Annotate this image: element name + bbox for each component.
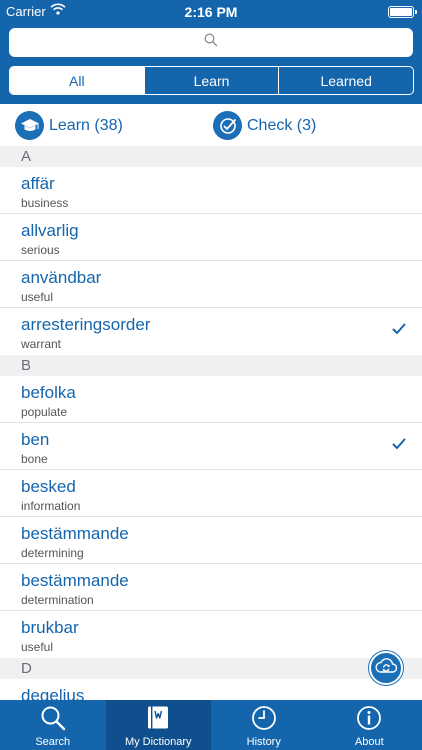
- list-item[interactable]: ben bone: [0, 423, 422, 470]
- list-item[interactable]: befolka populate: [0, 376, 422, 423]
- word-label: användbar: [21, 268, 102, 287]
- translation-label: serious: [21, 243, 60, 257]
- segment-all[interactable]: All: [10, 67, 144, 94]
- word-label: brukbar: [21, 618, 79, 637]
- tab-history[interactable]: History: [211, 700, 317, 750]
- segment-all-label: All: [69, 72, 85, 89]
- clock-time: 2:16 PM: [184, 4, 238, 20]
- filter-segmented-control: All Learn Learned: [9, 66, 414, 95]
- tab-search-label: Search: [35, 736, 71, 748]
- list-item[interactable]: besked information: [0, 470, 422, 517]
- section-header-a: A: [0, 146, 422, 167]
- translation-label: information: [21, 499, 81, 513]
- word-label: arresteringsorder: [21, 315, 151, 334]
- word-label: affär: [21, 174, 55, 193]
- word-label: allvarlig: [21, 221, 79, 240]
- learn-button[interactable]: Learn (38): [15, 111, 123, 140]
- info-icon: [356, 705, 382, 734]
- translation-label: populate: [21, 405, 68, 419]
- search-icon: [204, 33, 218, 52]
- segment-learned-label: Learned: [320, 72, 372, 89]
- translation-label: bone: [21, 452, 48, 466]
- section-header-d: D: [0, 658, 422, 679]
- list-item[interactable]: brukbar useful: [0, 611, 422, 658]
- list-item[interactable]: allvarlig serious: [0, 214, 422, 261]
- header: Carrier 2:16 PM All Learn Learned: [0, 0, 422, 104]
- translation-label: warrant: [21, 337, 62, 351]
- tab-search[interactable]: Search: [0, 700, 106, 750]
- section-header-b: B: [0, 355, 422, 376]
- segment-learn[interactable]: Learn: [143, 67, 279, 94]
- word-label: befolka: [21, 383, 76, 402]
- word-list: A affär business allvarlig serious använ…: [0, 146, 422, 700]
- check-circle-icon: [213, 111, 242, 140]
- word-label: bestämmande: [21, 524, 129, 543]
- list-item[interactable]: arresteringsorder warrant: [0, 308, 422, 355]
- cloud-sync-icon: [374, 657, 398, 680]
- list-item[interactable]: bestämmande determination: [0, 564, 422, 611]
- check-button-label: Check (3): [247, 116, 317, 134]
- graduation-cap-icon: [15, 111, 44, 140]
- tab-history-label: History: [246, 736, 281, 748]
- word-label: besked: [21, 477, 76, 496]
- list-item[interactable]: affär business: [0, 167, 422, 214]
- check-button[interactable]: Check (3): [213, 111, 316, 140]
- search-field[interactable]: [9, 28, 413, 57]
- tab-my-dictionary[interactable]: My Dictionary: [105, 700, 211, 750]
- word-label: degeljus: [21, 686, 85, 700]
- translation-label: useful: [21, 290, 54, 304]
- translation-label: business: [21, 196, 69, 210]
- list-item[interactable]: bestämmande determining: [0, 517, 422, 564]
- clock-icon: [251, 705, 277, 734]
- checkmark-icon: [392, 322, 406, 340]
- battery-icon: [388, 6, 417, 18]
- segment-learned[interactable]: Learned: [278, 67, 413, 94]
- magnifier-icon: [40, 705, 66, 734]
- list-item[interactable]: användbar useful: [0, 261, 422, 308]
- tab-about[interactable]: About: [317, 700, 422, 750]
- translation-label: determination: [21, 593, 94, 607]
- translation-label: determining: [21, 546, 84, 560]
- list-item[interactable]: degeljus: [0, 679, 422, 700]
- word-label: ben: [21, 430, 50, 449]
- dictionary-book-icon: [145, 705, 171, 734]
- tab-about-label: About: [354, 736, 384, 748]
- learn-button-label: Learn (38): [49, 116, 123, 134]
- tab-my-dictionary-label: My Dictionary: [124, 736, 192, 748]
- cloud-sync-button[interactable]: [369, 651, 403, 685]
- tab-bar: Search My Dictionary History About: [0, 700, 422, 750]
- segment-learn-label: Learn: [193, 72, 230, 89]
- status-bar: Carrier 2:16 PM: [0, 0, 422, 24]
- action-row: Learn (38) Check (3): [0, 104, 422, 146]
- translation-label: useful: [21, 640, 54, 654]
- checkmark-icon: [392, 437, 406, 455]
- word-label: bestämmande: [21, 571, 129, 590]
